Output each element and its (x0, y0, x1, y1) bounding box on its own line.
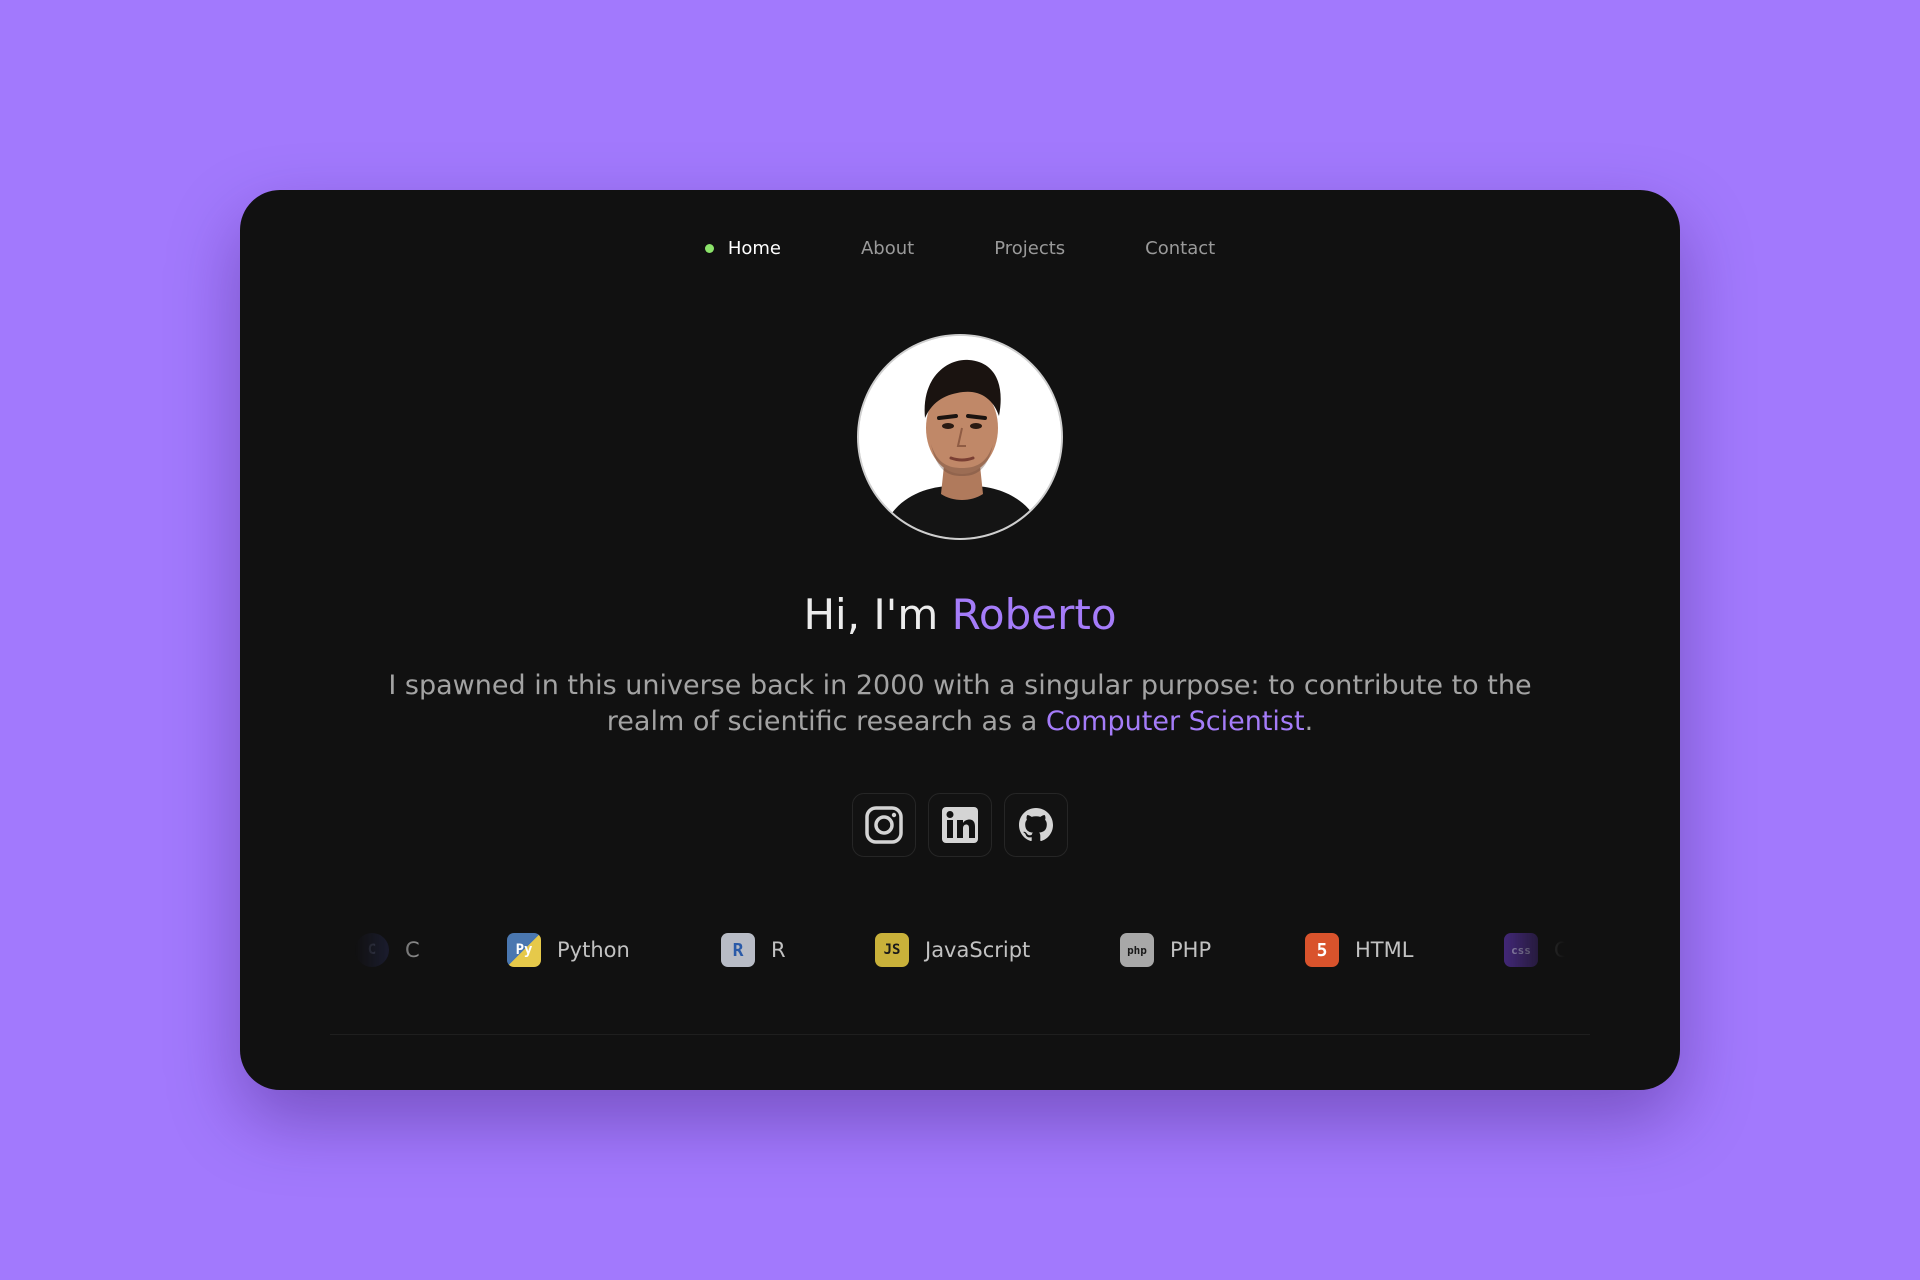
linkedin-icon (942, 807, 978, 843)
top-nav: Home About Projects Contact (240, 230, 1680, 267)
description-text: I spawned in this universe back in 2000 … (388, 670, 1532, 737)
skills-marquee: C C Py Python R R JS JavaScript php PHP … (355, 925, 1565, 975)
skill-item-html: 5 HTML (1305, 925, 1413, 975)
avatar (857, 334, 1063, 540)
skill-item-php: php PHP (1120, 925, 1211, 975)
skill-label: CSS (1554, 938, 1565, 962)
css-icon: css (1504, 933, 1538, 967)
github-icon (1019, 808, 1053, 842)
instagram-button[interactable] (852, 793, 916, 857)
description-highlight: Computer Scientist (1045, 706, 1305, 737)
portfolio-card: Home About Projects Contact Hi, I'm Robe… (240, 190, 1680, 1090)
skill-label: R (771, 938, 786, 962)
python-icon: Py (507, 933, 541, 967)
nav-item-label: About (860, 238, 915, 259)
skill-label: Python (557, 938, 630, 962)
linkedin-button[interactable] (928, 793, 992, 857)
php-icon: php (1120, 933, 1154, 967)
javascript-icon: JS (875, 933, 909, 967)
html5-icon: 5 (1305, 933, 1339, 967)
active-indicator-dot (704, 244, 714, 253)
skill-item-python: Py Python (507, 925, 630, 975)
hero-name: Roberto (951, 590, 1117, 639)
nav-item-label: Home (727, 238, 781, 259)
social-links (240, 793, 1680, 857)
nav-item-about[interactable]: About (821, 230, 954, 267)
skill-label: HTML (1355, 938, 1414, 962)
instagram-icon (865, 806, 903, 844)
skill-item-r: R R (721, 925, 786, 975)
skill-item-javascript: JS JavaScript (875, 925, 1030, 975)
description-suffix: . (1304, 706, 1314, 737)
r-icon: R (721, 933, 755, 967)
nav-item-contact[interactable]: Contact (1105, 230, 1255, 267)
skill-label: PHP (1170, 938, 1212, 962)
skill-label: JavaScript (925, 938, 1031, 962)
skill-item-c: C C (355, 925, 420, 975)
greeting-text: Hi, I'm (803, 590, 952, 639)
c-icon: C (355, 933, 389, 967)
bottom-divider (330, 1034, 1590, 1035)
hero-heading: Hi, I'm Roberto (240, 590, 1680, 639)
github-button[interactable] (1004, 793, 1068, 857)
nav-item-label: Projects (994, 238, 1066, 259)
nav-item-label: Contact (1145, 238, 1216, 259)
skill-label: C (405, 938, 420, 962)
skill-item-css: css CSS (1504, 925, 1565, 975)
profile-photo (859, 336, 1061, 538)
nav-item-home[interactable]: Home (665, 230, 821, 267)
hero-description: I spawned in this universe back in 2000 … (380, 668, 1540, 740)
nav-item-projects[interactable]: Projects (954, 230, 1105, 267)
